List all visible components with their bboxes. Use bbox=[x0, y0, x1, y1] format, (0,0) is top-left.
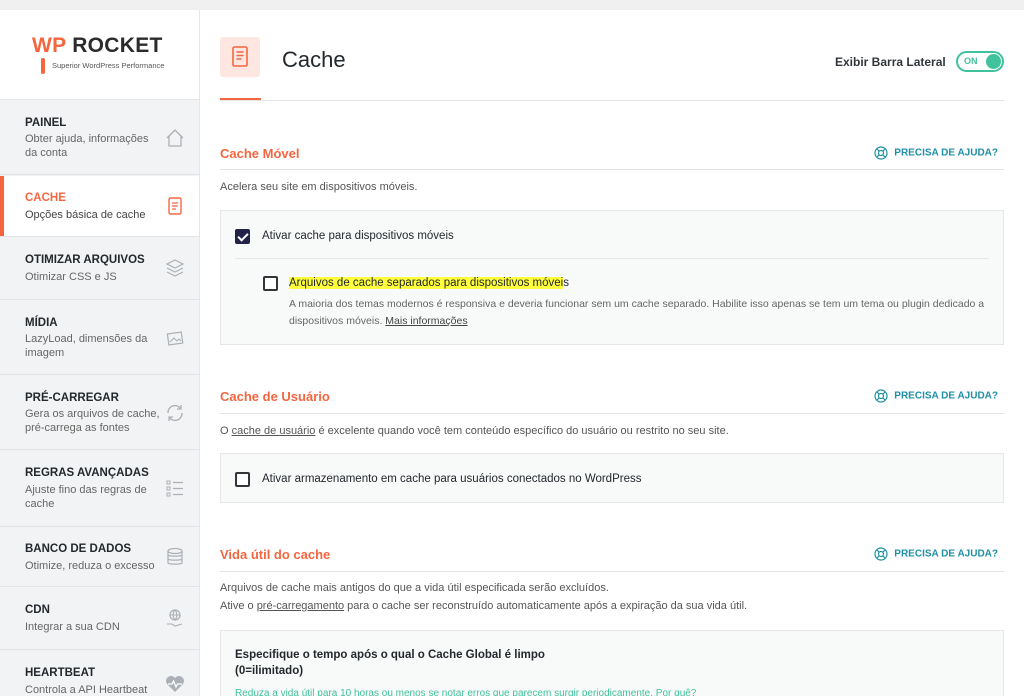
sidebar-item-desc: Obter ajuda, informações da conta bbox=[25, 133, 149, 159]
user-cache-options-box: Ativar armazenamento em cache para usuár… bbox=[220, 453, 1004, 503]
home-icon bbox=[166, 129, 184, 147]
main-content: Cache Exibir Barra Lateral ON Cache Móve… bbox=[200, 10, 1024, 696]
sidebar-item-desc: Otimizar CSS e JS bbox=[25, 271, 117, 283]
sidebar-item-title: REGRAS AVANÇADAS bbox=[25, 467, 149, 479]
sidebar-item-cdn[interactable]: CDN Integrar a sua CDN bbox=[0, 588, 199, 650]
sidebar-item-title: OTIMIZAR ARQUIVOS bbox=[25, 254, 145, 266]
user-cache-link[interactable]: cache de usuário bbox=[232, 425, 316, 437]
sidebar-item-title: HEARTBEAT bbox=[25, 667, 96, 679]
sidebar-item-midia[interactable]: MÍDIA LazyLoad, dimensões da imagem bbox=[0, 301, 199, 375]
separate-mobile-cache-desc: A maioria dos temas modernos é responsiv… bbox=[289, 298, 985, 327]
sidebar-item-title: MÍDIA bbox=[25, 317, 58, 329]
sidebar-item-title: BANCO DE DADOS bbox=[25, 543, 132, 555]
layers-icon bbox=[165, 259, 185, 277]
sidebar-item-desc: Controla a API Heartbeat bbox=[25, 684, 148, 696]
heartbeat-icon bbox=[166, 676, 184, 692]
image-icon bbox=[166, 331, 184, 346]
document-icon bbox=[168, 197, 182, 215]
cache-lifespan-options-box: Especifique o tempo após o qual o Cache … bbox=[220, 630, 1004, 696]
page-header-icon bbox=[220, 37, 260, 77]
lifebuoy-icon bbox=[874, 389, 888, 403]
top-strip bbox=[0, 0, 1024, 10]
section-title-user-cache: Cache de Usuário bbox=[220, 389, 330, 404]
sidebar-item-cache[interactable]: CACHE Opções básica de cache bbox=[0, 176, 199, 237]
lifebuoy-icon bbox=[874, 547, 888, 561]
sidebar-item-regras-avancadas[interactable]: REGRAS AVANÇADAS Ajuste fino das regras … bbox=[0, 451, 199, 527]
lifebuoy-icon bbox=[874, 146, 888, 160]
sidebar-item-desc: LazyLoad, dimensões da imagem bbox=[25, 333, 148, 359]
sidebar-item-desc: Integrar a sua CDN bbox=[25, 621, 120, 633]
toggle-state-text: ON bbox=[964, 56, 978, 66]
document-icon bbox=[232, 46, 248, 67]
sidebar-item-title: PAINEL bbox=[25, 117, 67, 129]
list-icon bbox=[166, 480, 183, 497]
logo-tagline: Superior WordPress Performance bbox=[52, 61, 165, 70]
enable-mobile-cache-label: Ativar cache para dispositivos móveis bbox=[262, 230, 454, 242]
sidebar: WP ROCKET Superior WordPress Performance… bbox=[0, 10, 200, 696]
section-desc: O cache de usuário é excelente quando vo… bbox=[220, 425, 729, 437]
sidebar-item-title: CACHE bbox=[25, 192, 66, 204]
sidebar-item-title: PRÉ-CARREGAR bbox=[25, 392, 119, 404]
enable-mobile-cache-checkbox[interactable] bbox=[235, 229, 250, 244]
sidebar-item-painel[interactable]: PAINEL Obter ajuda, informações da conta bbox=[0, 101, 199, 175]
mobile-cache-options-box: Ativar cache para dispositivos móveis Ar… bbox=[220, 210, 1004, 345]
preload-link[interactable]: pré-carregamento bbox=[257, 600, 344, 612]
sidebar-item-desc: Otimize, reduza o excesso bbox=[25, 560, 155, 572]
sidebar-toggle-label: Exibir Barra Lateral bbox=[835, 55, 946, 69]
rocket-flame-icon bbox=[41, 58, 45, 74]
sidebar-item-pre-carregar[interactable]: PRÉ-CARREGAR Gera os arquivos de cache, … bbox=[0, 376, 199, 450]
section-divider bbox=[220, 571, 1004, 572]
page-title: Cache bbox=[282, 47, 346, 72]
section-title-cache-lifespan: Vida útil do cache bbox=[220, 547, 331, 562]
sidebar-item-desc: Opções básica de cache bbox=[25, 209, 146, 221]
lifespan-hint: Reduza a vida útil para 10 horas ou meno… bbox=[235, 688, 697, 696]
enable-user-cache-label: Ativar armazenamento em cache para usuár… bbox=[262, 473, 642, 485]
separate-mobile-cache-label: Arquivos de cache separados para disposi… bbox=[289, 277, 569, 289]
help-link-cache-lifespan[interactable]: PRECISA DE AJUDA? bbox=[874, 547, 998, 561]
lifespan-field-label: Especifique o tempo após o qual o Cache … bbox=[235, 649, 545, 661]
refresh-icon bbox=[167, 405, 183, 421]
enable-user-cache-checkbox[interactable] bbox=[235, 472, 250, 487]
options-divider bbox=[235, 258, 989, 259]
lifespan-field-label-unlimited: (0=ilimitado) bbox=[235, 665, 304, 677]
sidebar-item-desc: Ajuste fino das regras de cache bbox=[25, 484, 147, 510]
sidebar-item-title: CDN bbox=[25, 604, 50, 616]
section-desc-line-2: Ative o pré-carregamento para o cache se… bbox=[220, 600, 748, 612]
more-info-link[interactable]: Mais informações bbox=[385, 315, 467, 327]
globe-hand-icon bbox=[167, 609, 183, 627]
sidebar-item-desc: Gera os arquivos de cache, pré-carrega a… bbox=[25, 408, 160, 434]
sidebar-item-banco-de-dados[interactable]: BANCO DE DADOS Otimize, reduza o excesso bbox=[0, 528, 199, 587]
sidebar-item-heartbeat[interactable]: HEARTBEAT Controla a API Heartbeat bbox=[0, 651, 199, 696]
help-link-user-cache[interactable]: PRECISA DE AJUDA? bbox=[874, 389, 998, 403]
logo-title: WP ROCKET bbox=[32, 34, 163, 57]
sidebar-toggle-switch[interactable]: ON bbox=[956, 51, 1004, 72]
section-desc-line-1: Arquivos de cache mais antigos do que a … bbox=[220, 582, 609, 594]
wp-rocket-logo[interactable]: WP ROCKET Superior WordPress Performance bbox=[0, 10, 199, 100]
section-divider bbox=[220, 169, 1004, 170]
section-desc: Acelera seu site em dispositivos móveis. bbox=[220, 181, 418, 193]
database-icon bbox=[167, 547, 183, 565]
section-title-mobile-cache: Cache Móvel bbox=[220, 146, 300, 161]
help-link-mobile-cache[interactable]: PRECISA DE AJUDA? bbox=[874, 146, 998, 160]
toggle-knob bbox=[986, 54, 1001, 69]
sidebar-item-otimizar-arquivos[interactable]: OTIMIZAR ARQUIVOS Otimizar CSS e JS bbox=[0, 238, 199, 300]
separate-mobile-cache-checkbox[interactable] bbox=[263, 276, 278, 291]
header-divider bbox=[220, 100, 1004, 101]
section-divider bbox=[220, 413, 1004, 414]
